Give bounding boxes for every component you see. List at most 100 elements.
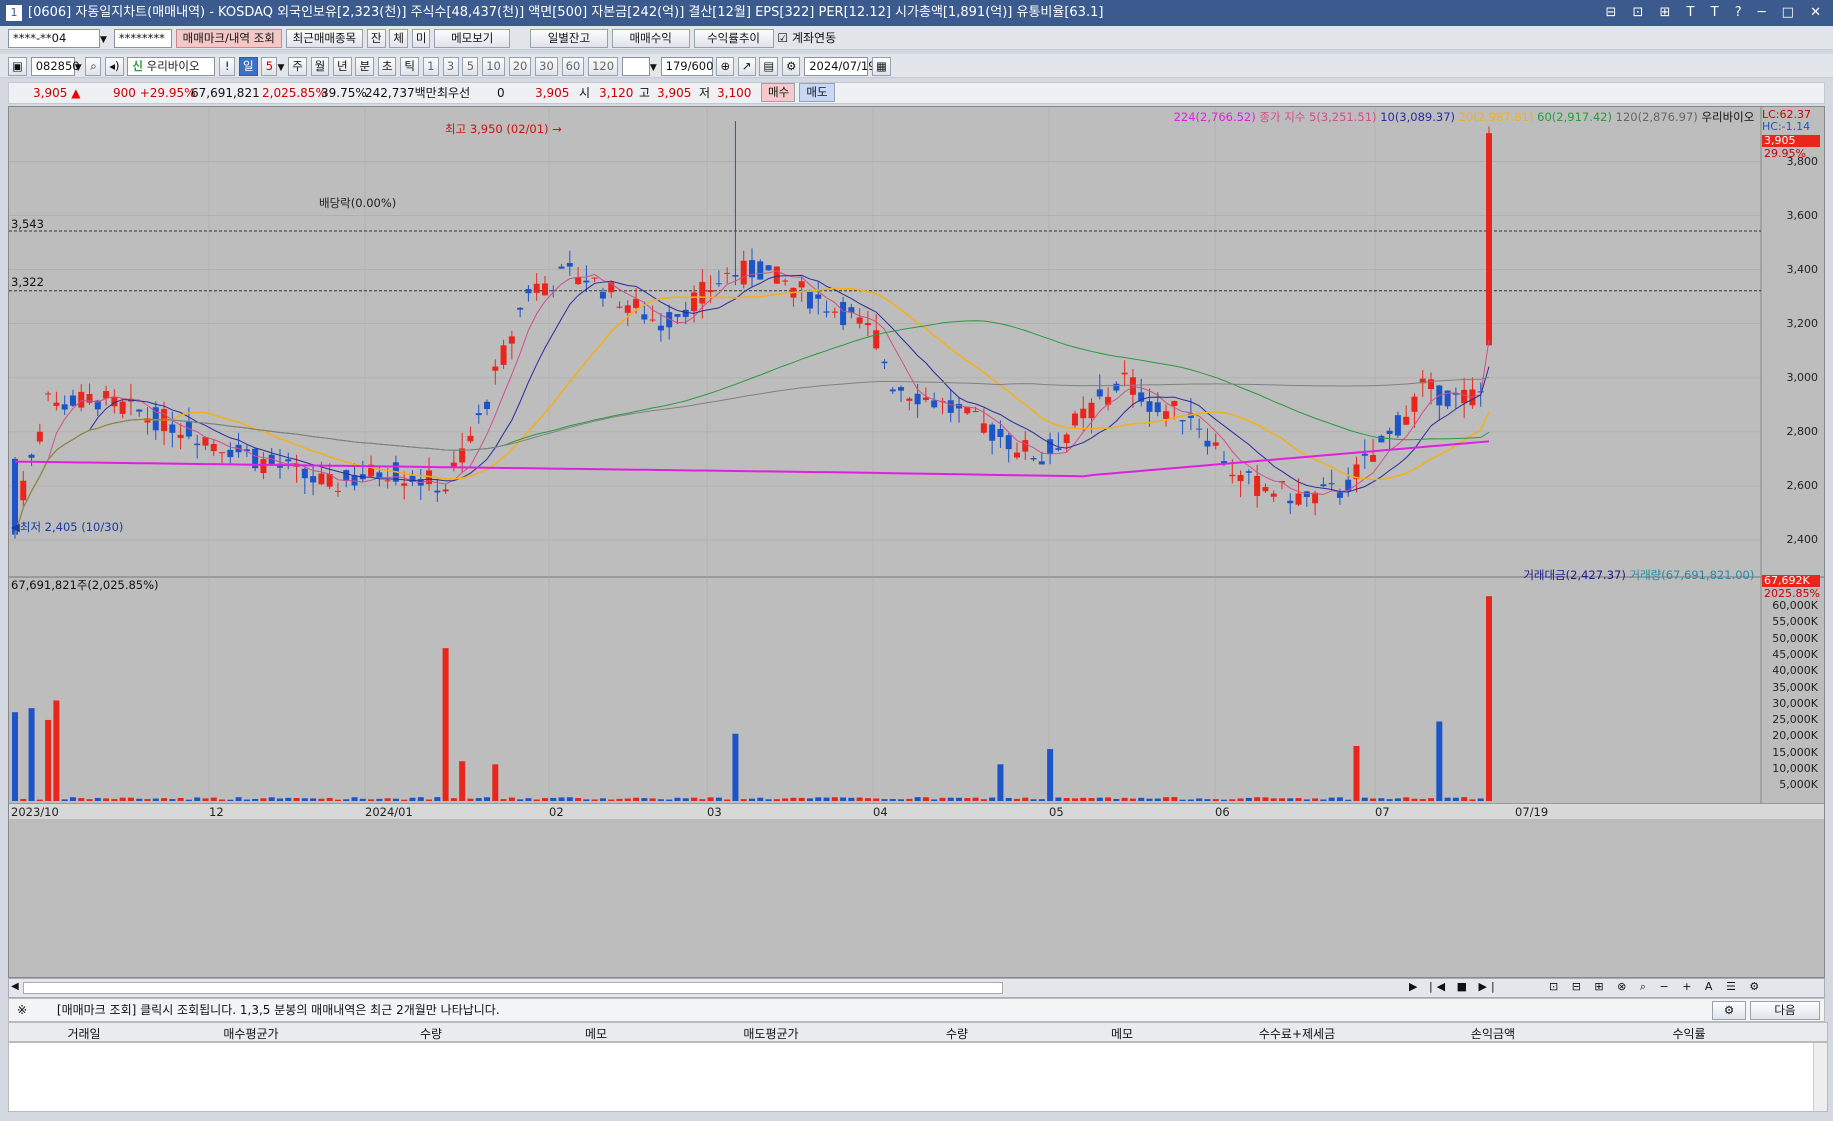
candle-body bbox=[1154, 402, 1161, 413]
chevron-down-icon[interactable]: ▼ bbox=[100, 35, 110, 45]
balance-button[interactable]: 잔 bbox=[366, 29, 386, 48]
settings-gear-icon[interactable]: ⚙ bbox=[1712, 1001, 1746, 1020]
draw-icon[interactable]: ↗ bbox=[737, 57, 756, 76]
period-minute-button[interactable]: 분 bbox=[355, 57, 375, 76]
trade-mark-query-button[interactable]: 매매마크/내역 조회 bbox=[175, 29, 282, 48]
candle-body bbox=[806, 291, 813, 309]
trade-profit-button[interactable]: 매매수익 bbox=[611, 29, 690, 48]
profit-trend-button[interactable]: 수익률추이 bbox=[693, 29, 774, 48]
save-icon[interactable]: ▤ bbox=[759, 57, 779, 76]
period-month-button[interactable]: 월 bbox=[310, 57, 330, 76]
horizontal-scrollbar[interactable] bbox=[23, 982, 1003, 994]
interval-60-button[interactable]: 60 bbox=[561, 57, 585, 76]
interval-120-button[interactable]: 120 bbox=[588, 57, 619, 76]
interval-10-button[interactable]: 10 bbox=[482, 57, 505, 76]
interval-1-button[interactable]: 1 bbox=[422, 57, 439, 76]
layout-icon[interactable]: ▣ bbox=[8, 57, 27, 76]
next-button[interactable]: 다음 bbox=[1750, 1001, 1820, 1020]
executed-button[interactable]: 체 bbox=[389, 29, 408, 48]
period-day-button[interactable]: 일 bbox=[239, 57, 258, 76]
volume-bar bbox=[1436, 721, 1443, 801]
volume-bar bbox=[575, 798, 582, 801]
chevron-down-icon[interactable]: ▼ bbox=[75, 63, 82, 73]
window-controls[interactable]: ⊟ ⊡ ⊞ T T ? ─ □ ✕ bbox=[1605, 0, 1827, 26]
col-return: 수익률 bbox=[1672, 1027, 1706, 1041]
data-count-field[interactable]: 179/600 bbox=[660, 57, 713, 76]
volume-bar bbox=[1336, 797, 1343, 801]
date-field[interactable]: 2024/07/19 bbox=[804, 57, 876, 76]
volume-bar bbox=[649, 798, 656, 801]
volume-bar bbox=[334, 799, 341, 801]
period-tick-button[interactable]: 틱 bbox=[400, 57, 419, 76]
stock-chart[interactable]: 224(2,766.52) 종가 지수 5(3,251.51) 10(3,089… bbox=[8, 106, 1825, 978]
chevron-down-icon[interactable]: ▼ bbox=[650, 63, 657, 73]
candle-body bbox=[119, 401, 126, 414]
candle-body bbox=[450, 462, 457, 467]
recent-trades-button[interactable]: 최근매매종목 bbox=[285, 29, 364, 48]
interval-input[interactable] bbox=[621, 57, 650, 76]
col-sell-qty: 수량 bbox=[945, 1027, 969, 1041]
chevron-down-icon[interactable]: ▼ bbox=[277, 63, 284, 73]
stock-code-input[interactable]: 082850 bbox=[30, 57, 80, 76]
volume-bar bbox=[426, 799, 433, 801]
window-title: [0606] 자동일지차트(매매내역) - KOSDAQ 외국인보유[2,323… bbox=[28, 5, 1104, 20]
volume-bar bbox=[86, 799, 93, 801]
candle-body bbox=[1096, 389, 1103, 397]
account-link-checkbox[interactable]: ☑ 계좌연동 bbox=[777, 31, 836, 45]
volume-bar bbox=[1419, 799, 1426, 801]
date-axis: 2023/10 12 2024/01 02 03 04 05 06 07 07/19 bbox=[9, 803, 1824, 819]
zoom-icon[interactable]: ⊕ bbox=[716, 57, 735, 76]
volume-bar bbox=[641, 798, 648, 801]
candle-body bbox=[1262, 487, 1269, 492]
volume-tick-label: 15,000K bbox=[1772, 745, 1818, 759]
volume-bar bbox=[765, 799, 772, 801]
volume-bar bbox=[45, 719, 52, 801]
volume-bar bbox=[20, 798, 27, 801]
speaker-icon[interactable]: ◂) bbox=[105, 57, 124, 76]
hline-label-2: 3,322 bbox=[11, 275, 44, 289]
settings-gear-icon[interactable]: ⚙ bbox=[782, 57, 801, 76]
password-field[interactable]: ******** bbox=[113, 29, 172, 48]
stock-name-field[interactable]: 신 우리바이오 bbox=[127, 57, 216, 76]
account-select[interactable]: ****-**04 bbox=[8, 29, 100, 48]
volume-bar bbox=[616, 798, 623, 801]
volume-bar bbox=[1254, 797, 1261, 801]
volume-bar bbox=[1361, 797, 1368, 801]
period-second-button[interactable]: 초 bbox=[377, 57, 397, 76]
interval-5-button[interactable]: 5 bbox=[462, 57, 479, 76]
candle-body bbox=[699, 281, 706, 304]
period-year-button[interactable]: 년 bbox=[333, 57, 352, 76]
daily-balance-button[interactable]: 일별잔고 bbox=[529, 29, 608, 48]
candle-body bbox=[914, 393, 921, 405]
interval-30-button[interactable]: 30 bbox=[535, 57, 558, 76]
date-tick-label: 07 bbox=[1375, 805, 1390, 819]
candle-body bbox=[674, 314, 681, 317]
alert-icon[interactable]: ! bbox=[219, 57, 236, 76]
candle-body bbox=[508, 336, 515, 344]
unexecuted-button[interactable]: 미 bbox=[411, 29, 431, 48]
vertical-scrollbar[interactable] bbox=[1813, 1043, 1827, 1111]
candle-body bbox=[881, 361, 888, 364]
candle-body bbox=[1461, 389, 1468, 404]
memo-view-button[interactable]: 메모보기 bbox=[434, 29, 511, 48]
volume-bar bbox=[566, 797, 573, 801]
sell-button[interactable]: 매도 bbox=[799, 83, 835, 102]
period-week-button[interactable]: 주 bbox=[288, 57, 307, 76]
candle-body bbox=[682, 309, 689, 317]
candle-body bbox=[484, 401, 491, 410]
scroll-left-icon[interactable]: ◀ bbox=[11, 981, 19, 992]
volume-bar bbox=[94, 797, 101, 801]
interval-3-button[interactable]: 3 bbox=[442, 57, 459, 76]
interval-20-button[interactable]: 20 bbox=[508, 57, 532, 76]
calendar-icon[interactable]: ▦ bbox=[872, 57, 891, 76]
period-num-select[interactable]: 5 bbox=[261, 57, 278, 76]
account-link-label: 계좌연동 bbox=[791, 31, 837, 45]
buy-button[interactable]: 매수 bbox=[761, 83, 795, 102]
volume-bar bbox=[119, 797, 126, 801]
trade-table-body[interactable] bbox=[8, 1042, 1828, 1112]
chart-tool-icons[interactable]: ⊡ ⊟ ⊞ ⊗ ⌕ − + A ☰ ⚙ bbox=[1549, 980, 1764, 994]
volume-bar bbox=[1469, 799, 1476, 801]
current-price-value: 3,905 bbox=[33, 86, 68, 100]
search-icon[interactable]: ⌕ bbox=[85, 57, 102, 76]
navigation-icons[interactable]: ▶ |◀ ■ ▶| bbox=[1409, 980, 1499, 993]
